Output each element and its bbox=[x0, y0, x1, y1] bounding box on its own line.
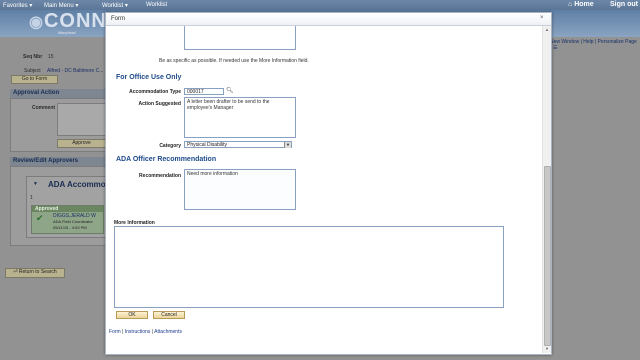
ada-officer-title: ADA Officer Recommendation bbox=[116, 156, 217, 163]
description-textarea[interactable] bbox=[184, 26, 296, 50]
return-icon: ⏎ bbox=[13, 269, 18, 275]
recommendation-textarea[interactable]: Need more information bbox=[184, 169, 296, 210]
row-number: 1 bbox=[30, 195, 33, 201]
scroll-down-icon[interactable]: ▼ bbox=[545, 346, 549, 351]
home-icon: ⌂ bbox=[568, 1, 573, 8]
approver-date: 05/11/15 - 4:53 PM bbox=[53, 225, 87, 230]
scroll-thumb[interactable] bbox=[544, 166, 551, 346]
home-link[interactable]: ⌂ Home bbox=[568, 1, 594, 8]
specific-note: Be as specific as possible. If needed us… bbox=[159, 58, 309, 64]
subject-value: Alfred - DC Baltimore C... bbox=[47, 68, 104, 74]
worklist-menu[interactable]: Worklist ▾ bbox=[102, 2, 128, 9]
approve-button[interactable]: Approve bbox=[57, 139, 106, 148]
approved-status: Approved bbox=[32, 206, 103, 212]
approver-role: ADA Field Coordinator bbox=[53, 219, 93, 224]
category-select[interactable]: Physical Disability ▼ bbox=[184, 141, 292, 148]
scroll-up-icon[interactable]: ▲ bbox=[545, 27, 549, 32]
dropdown-arrow-icon[interactable]: ▼ bbox=[284, 142, 291, 148]
page-options-icon[interactable]: ☰ bbox=[553, 45, 557, 51]
personalize-page-link[interactable]: Personalize Page bbox=[598, 39, 637, 45]
comment-textarea[interactable] bbox=[57, 103, 106, 136]
main-menu[interactable]: Main Menu ▾ bbox=[44, 2, 78, 9]
recommendation-label: Recommendation bbox=[139, 173, 181, 179]
action-suggested-label: Action Suggested bbox=[138, 101, 181, 107]
logo-mark-icon: ◉ bbox=[29, 14, 44, 31]
seq-value: 15 bbox=[48, 54, 54, 60]
ok-button[interactable]: OK bbox=[116, 311, 148, 319]
review-approvers-header: Review/Edit Approvers bbox=[10, 157, 108, 166]
brand-subtitle: Maryland bbox=[58, 30, 76, 35]
comment-label: Comment bbox=[32, 105, 56, 111]
lookup-icon[interactable]: 🔍︎ bbox=[226, 87, 234, 94]
accommodation-type-label: Accommodation Type bbox=[129, 89, 181, 95]
category-label: Category bbox=[159, 143, 181, 149]
close-icon[interactable]: × bbox=[540, 15, 544, 21]
modal-title: Form bbox=[111, 16, 125, 22]
help-link[interactable]: Help bbox=[583, 39, 593, 45]
signout-link[interactable]: Sign out bbox=[610, 1, 638, 8]
instructions-link[interactable]: Instructions bbox=[125, 329, 151, 335]
accommodation-type-input[interactable]: 000017 bbox=[184, 88, 224, 95]
modal-footer-links: Form | Instructions | Attachments bbox=[109, 329, 182, 335]
worklist-breadcrumb[interactable]: Worklist bbox=[146, 2, 167, 8]
collapse-arrow-icon[interactable]: ▼ bbox=[33, 181, 38, 187]
action-suggested-textarea[interactable]: A letter been drafter to be send to the … bbox=[184, 97, 296, 138]
cancel-button[interactable]: Cancel bbox=[153, 311, 185, 319]
favorites-menu[interactable]: Favorites ▾ bbox=[3, 2, 32, 9]
form-modal: Form × Be as specific as possible. If ne… bbox=[105, 12, 552, 355]
subject-label: Subject bbox=[24, 68, 41, 74]
checkmark-icon: ✔ bbox=[36, 213, 44, 223]
return-to-search-button[interactable]: ⏎ Return to Search bbox=[5, 268, 65, 278]
modal-titlebar: Form × bbox=[106, 13, 551, 26]
ada-accommodation-heading: ADA Accommod bbox=[48, 180, 111, 189]
modal-scrollbar[interactable]: ▲ ▼ bbox=[542, 26, 551, 353]
go-to-form-button[interactable]: Go to Form bbox=[11, 75, 58, 84]
more-information-textarea[interactable] bbox=[114, 226, 504, 308]
approver-card: Approved ✔ DIGGS,JERALD W ADA Field Coor… bbox=[31, 205, 104, 234]
approval-action-header: Approval Action bbox=[10, 89, 108, 98]
page-header-links: New Window | Help | Personalize Page ☰ bbox=[550, 39, 637, 51]
office-use-title: For Office Use Only bbox=[116, 74, 182, 81]
top-menu-bar: Favorites ▾ Main Menu ▾ Worklist ▾ Workl… bbox=[0, 0, 640, 10]
attachments-link[interactable]: Attachments bbox=[154, 329, 182, 335]
seq-label: Seq Nbr bbox=[23, 54, 43, 60]
form-link[interactable]: Form bbox=[109, 329, 121, 335]
